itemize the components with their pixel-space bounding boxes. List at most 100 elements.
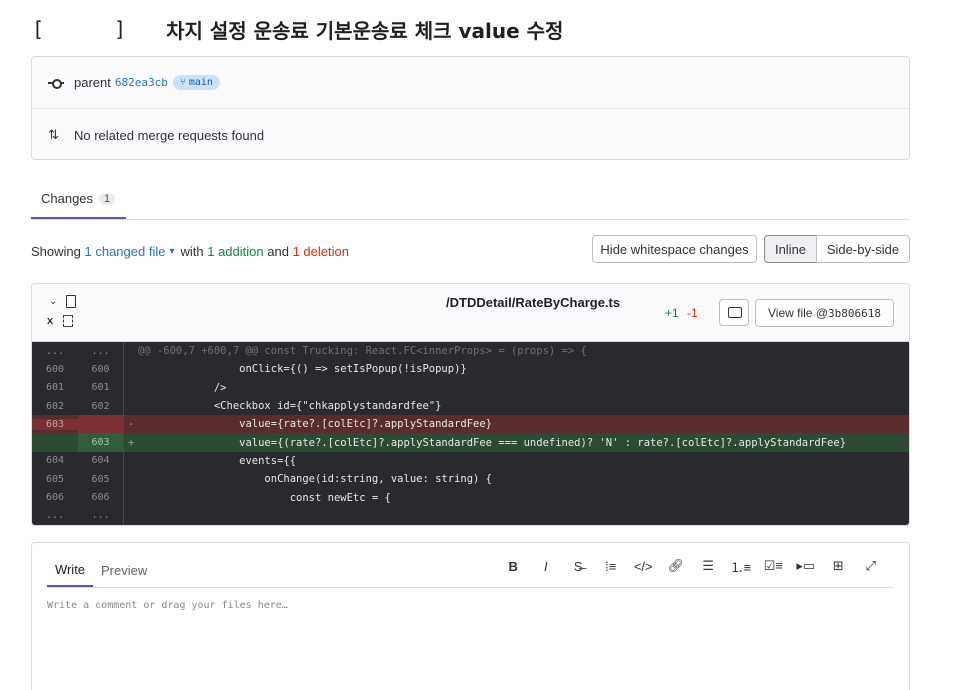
file-path[interactable]: /DTDDetail/RateByCharge.ts [446, 295, 620, 310]
old-line-number[interactable]: 600 [32, 364, 78, 375]
code-text: value={(rate?.[colEtc]?.applyStandardFee… [138, 436, 847, 449]
branch-icon: ⑂ [179, 77, 186, 88]
old-line-number[interactable]: 606 [32, 492, 78, 503]
code-text: onClick={() => setIsPopup(!isPopup)} [138, 363, 467, 376]
old-line-number[interactable]: 604 [32, 455, 78, 466]
diff-code: ...... @@ -600,7 +600,7 @@ const Trucking… [32, 342, 909, 525]
diff-line: 604 604 events={{ [32, 451, 909, 471]
diff-line: 603 - value={rate?.[colEtc]?.applyStandar… [32, 415, 909, 434]
quote-icon[interactable]: ⁞≡ [595, 557, 628, 575]
hide-whitespace-button[interactable]: Hide whitespace changes [592, 235, 757, 263]
title-bracket-open: [ [32, 17, 45, 41]
new-line-number[interactable] [78, 415, 124, 434]
view-file-sha: 3b806618 [828, 306, 881, 320]
title-bracket-close: ] [114, 17, 127, 41]
diff-line: ...... [32, 506, 909, 525]
showing-label: Showing [31, 243, 81, 259]
diff-file: ⌄ x /DTDDetail/RateByCharge.ts +1 -1 Vie… [31, 283, 910, 526]
diff-line: 605 605 onChange(id:string, value: string… [32, 470, 909, 489]
additions-count: 1 addition [207, 243, 264, 259]
old-line-number[interactable]: 603 [32, 418, 78, 430]
diff-file-header: ⌄ x /DTDDetail/RateByCharge.ts +1 -1 Vie… [32, 284, 909, 342]
tab-write[interactable]: Write [47, 553, 93, 587]
task-list-icon[interactable]: ☑≡ [757, 557, 790, 575]
table-icon[interactable]: ⊞ [822, 557, 855, 575]
new-line-number[interactable]: 602 [78, 396, 124, 416]
old-line-number[interactable]: 602 [32, 401, 78, 412]
diff-marker: + [128, 436, 135, 449]
changed-files-dropdown[interactable]: 1 changed file [85, 244, 166, 259]
diff-line: 606 606 const newEtc = { [32, 488, 909, 507]
tab-changes[interactable]: Changes 1 [31, 180, 126, 219]
commit-icon [48, 75, 64, 91]
deletions-count: 1 deletion [292, 243, 349, 259]
diff-line: 603 + value={(rate?.[colEtc]?.applyStanda… [32, 433, 909, 452]
fullscreen-icon[interactable]: ⤢ [855, 557, 888, 575]
merge-request-icon: ⇅ [48, 127, 59, 142]
collapse-chevron-icon[interactable]: ⌄ [49, 296, 57, 307]
diff-marker: - [128, 418, 135, 431]
file-icon [66, 295, 76, 308]
tab-changes-count: 1 [99, 192, 116, 205]
code-text: onChange(id:string, value: string) { [138, 473, 493, 486]
strikethrough-icon[interactable]: S̶ [562, 557, 595, 575]
new-line-number[interactable]: 604 [78, 451, 124, 471]
old-line-number[interactable]: 601 [32, 382, 78, 393]
close-icon[interactable]: x [47, 315, 53, 327]
file-deletions: -1 [687, 306, 698, 320]
view-file-button[interactable]: View file @3b806618 [755, 299, 894, 327]
link-icon[interactable]: 🔗︎ [660, 557, 693, 575]
old-line-number[interactable]: ... [32, 510, 78, 521]
code-text: value={rate?.[colEtc]?.applyStandardFee} [138, 418, 493, 431]
bullet-list-icon[interactable]: ☰ [692, 557, 725, 575]
comment-input[interactable]: Write a comment or drag your files here… [47, 600, 288, 611]
new-line-number[interactable]: 606 [78, 488, 124, 507]
code-text: /> [138, 381, 227, 394]
collapsible-icon[interactable]: ▸▭ [790, 557, 823, 575]
parent-label: parent [74, 75, 111, 90]
parent-row: parent 682ea3cb ⑂ main [32, 57, 909, 109]
new-line-number[interactable]: 603 [78, 433, 124, 452]
comment-editor: Write Preview B I S̶ ⁞≡ </> 🔗︎ ☰ ⒈≡ ☑≡ ▸▭ ⊞ ⤢ Write… [31, 542, 910, 690]
branch-name: main [188, 77, 213, 88]
tab-changes-label: Changes [41, 191, 94, 206]
new-line-number[interactable]: 600 [78, 360, 124, 379]
commit-message: 차지 설정 운송료 기본운송료 체크 value 수정 [166, 18, 564, 43]
and-label: and [267, 243, 289, 259]
old-line-number[interactable]: ... [32, 346, 78, 357]
editor-toolbar: B I S̶ ⁞≡ </> 🔗︎ ☰ ⒈≡ ☑≡ ▸▭ ⊞ ⤢ [497, 557, 887, 575]
merge-request-row: ⇅ No related merge requests found [32, 109, 909, 161]
with-label: with [180, 243, 204, 259]
branch-badge[interactable]: ⑂ main [172, 75, 220, 90]
new-line-number[interactable]: ... [78, 506, 124, 525]
code-text: <Checkbox id={"chkapplystandardfee"} [138, 400, 442, 413]
comment-icon[interactable] [719, 299, 749, 326]
parent-sha-link[interactable]: 682ea3cb [115, 76, 168, 89]
code-text: const newEtc = { [138, 491, 391, 504]
copy-path-icon[interactable] [63, 315, 73, 327]
diff-line: ...... @@ -600,7 +600,7 @@ const Trucking… [32, 342, 909, 361]
diff-line: 602 602 <Checkbox id={"chkapplystandardfe… [32, 396, 909, 416]
diff-line: 600 600 onClick={() => setIsPopup(!isPopu… [32, 360, 909, 379]
diff-line: 601 601 /> [32, 378, 909, 397]
numbered-list-icon[interactable]: ⒈≡ [725, 557, 758, 575]
code-icon[interactable]: </> [627, 557, 660, 575]
chevron-down-icon[interactable]: ▾ [169, 246, 174, 257]
code-text: events={{ [138, 454, 297, 467]
file-additions: +1 [665, 306, 679, 320]
commit-title: [ ] 차지 설정 운송료 기본운송료 체크 value 수정 [32, 14, 563, 44]
view-file-label: View file @ [768, 306, 828, 320]
new-line-number[interactable]: ... [78, 342, 124, 361]
new-line-number[interactable]: 605 [78, 470, 124, 489]
bold-icon[interactable]: B [497, 557, 530, 575]
commit-info-box: parent 682ea3cb ⑂ main ⇅ No related merg… [31, 56, 910, 160]
old-line-number[interactable]: 605 [32, 474, 78, 485]
diff-summary: Showing 1 changed file ▾ with 1 addition… [31, 242, 349, 260]
commit-tabs: Changes 1 [31, 180, 910, 220]
italic-icon[interactable]: I [530, 557, 563, 575]
new-line-number[interactable]: 601 [78, 378, 124, 397]
merge-request-status: No related merge requests found [74, 127, 265, 143]
inline-view-button[interactable]: Inline [764, 235, 817, 263]
side-by-side-button[interactable]: Side-by-side [816, 235, 910, 263]
tab-preview[interactable]: Preview [101, 553, 147, 587]
